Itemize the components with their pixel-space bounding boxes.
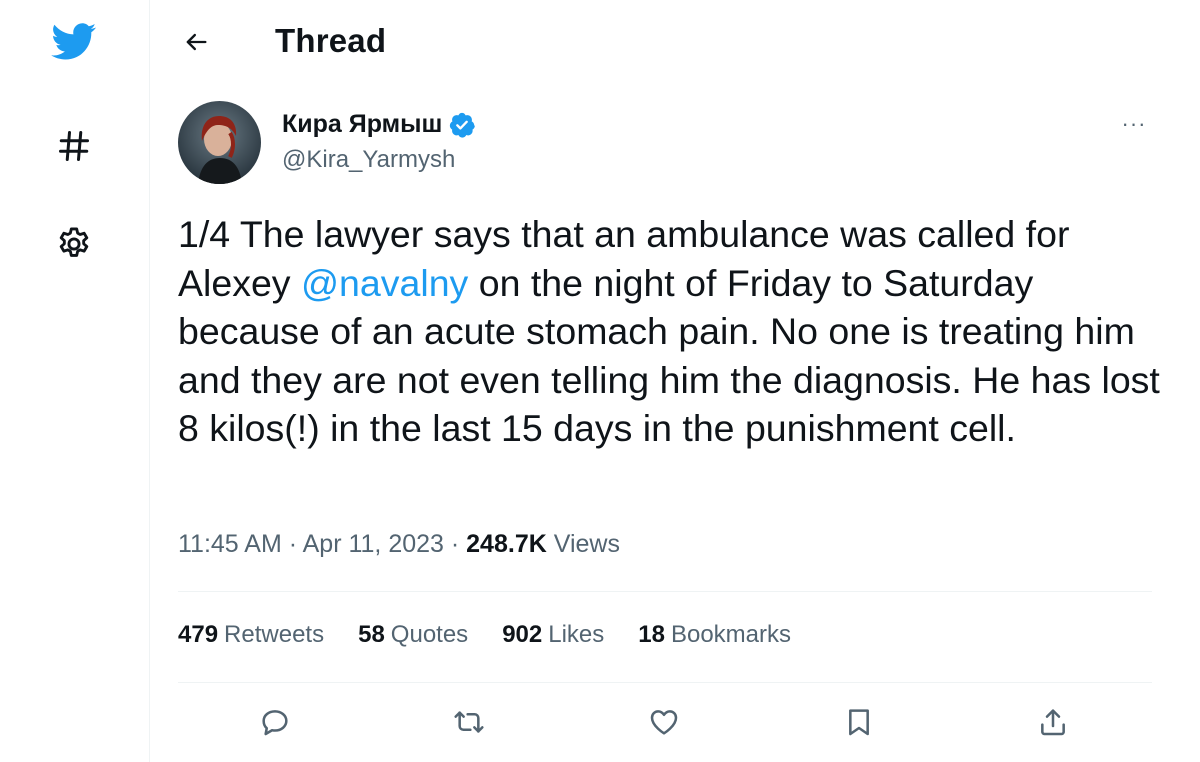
bookmarks-stat[interactable]: 18 Bookmarks [638,621,791,649]
divider [178,682,1152,683]
page-title: Thread [275,22,387,59]
retweet-button[interactable] [447,700,491,744]
author-name-text: Кира Ярмыш [282,110,443,138]
main-column: Thread Кира Ярмыш @Kira_Yarmysh ··· 1/4 … [150,0,1200,762]
tweet-time[interactable]: 11:45 AM [178,530,282,558]
reply-button[interactable] [253,700,297,744]
tweet-actions [150,700,1200,748]
meta-separator: · [281,530,303,558]
arrow-left-icon [186,33,207,51]
stat-label: Likes [548,621,605,648]
like-icon [650,710,678,735]
divider [178,591,1152,592]
quotes-stat[interactable]: 58 Quotes [358,621,468,649]
stat-count: 902 [502,621,543,648]
tweet-text: 1/4 The lawyer says that an ambulance wa… [178,210,1178,453]
back-button[interactable] [174,20,218,64]
stat-label: Retweets [224,621,325,648]
author-handle[interactable]: @Kira_Yarmysh [282,146,455,174]
retweet-icon [454,711,484,733]
like-button[interactable] [642,700,686,744]
stat-count: 479 [178,621,219,648]
verified-badge-icon [450,112,476,138]
mention-link[interactable]: @navalny [301,262,468,304]
tweet-date[interactable]: Apr 11, 2023 [303,530,444,558]
stat-count: 18 [638,621,665,648]
reply-icon [262,710,288,736]
share-icon [1041,709,1065,736]
gear-icon[interactable] [50,220,98,268]
sidebar [0,0,150,762]
retweets-stat[interactable]: 479 Retweets [178,621,324,649]
avatar[interactable] [178,101,261,184]
bookmark-icon [849,709,869,736]
tweet-metadata: 11:45 AM · Apr 11, 2023 · 248.7K Views [178,530,620,559]
hashtag-icon[interactable] [50,122,98,170]
author-name[interactable]: Кира Ярмыш [282,110,476,139]
meta-separator: · [443,530,467,558]
more-options-button[interactable]: ··· [1112,108,1156,140]
share-button[interactable] [1031,700,1075,744]
likes-stat[interactable]: 902 Likes [502,621,604,649]
engagement-stats: 479 Retweets 58 Quotes 902 Likes 18 Bookmark… [178,621,825,649]
twitter-bird-icon[interactable] [50,18,98,66]
views-count: 248.7K [466,530,547,558]
thread-header: Thread [150,0,1200,84]
views-label: Views [553,530,620,558]
stat-label: Quotes [390,621,469,648]
bookmark-button[interactable] [837,700,881,744]
stat-label: Bookmarks [670,621,792,648]
stat-count: 58 [358,621,385,648]
